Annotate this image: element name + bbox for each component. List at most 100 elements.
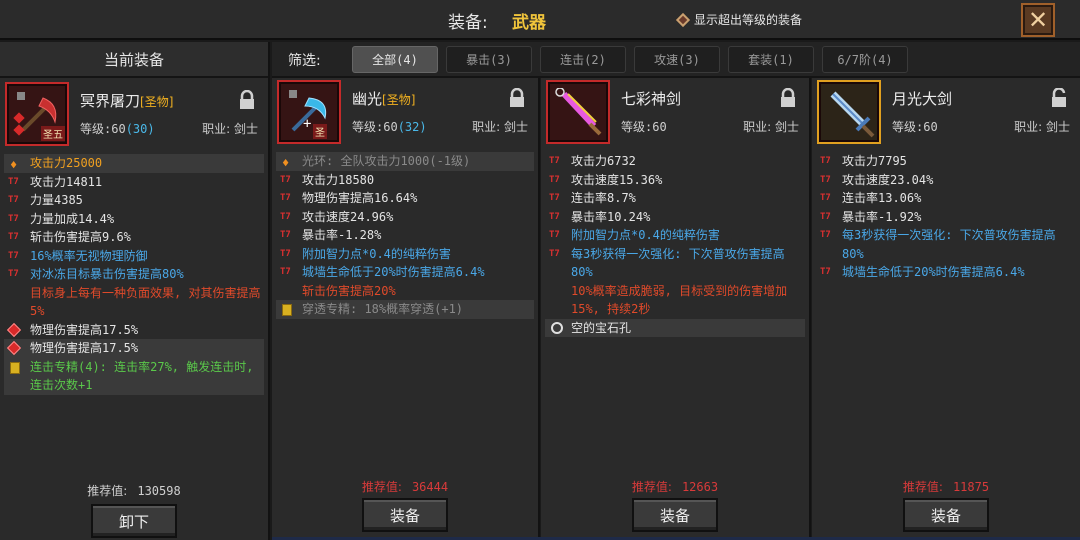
tier-prefix: T7 (820, 174, 831, 185)
stat-row: T7 附加智力点*0.4的纯粹伤害 (276, 245, 534, 264)
recommend-score: 推荐值: 11875 (812, 478, 1080, 495)
stat-row: T7 攻击力18580 (276, 171, 534, 190)
stat-row: T7 暴击率-1.28% (276, 226, 534, 245)
filter-tab-combo[interactable]: 连击(2) (540, 46, 626, 73)
stat-text: 攻击力6732 (571, 154, 636, 168)
stat-text: 光环: 全队攻击力1000(-1级) (302, 154, 471, 168)
unlock-icon[interactable] (1050, 88, 1068, 108)
stat-row: T7 力量加成14.4% (4, 210, 264, 229)
item-card-2[interactable]: 七彩神剑 等级:60 职业: 剑士 T7 攻击力6732 T7 攻击速度15.36% T… (541, 78, 811, 540)
item-name: 冥界屠刀[圣物] (80, 90, 173, 111)
stat-text: 攻击速度24.96% (302, 209, 394, 224)
empty-socket-icon (551, 321, 563, 334)
filter-tab-set[interactable]: 套装(1) (728, 46, 814, 73)
lock-icon[interactable] (238, 90, 256, 110)
toggle-diamond-icon[interactable] (675, 12, 691, 27)
stat-row: T7 连击率13.06% (816, 189, 1076, 208)
stat-row: ♦ 攻击力25000 (4, 154, 264, 173)
current-item-card[interactable]: 圣五 冥界屠刀[圣物] 等级:60(30) 职业: 剑士 (0, 80, 268, 152)
item-level: 等级:60(32) (352, 118, 427, 135)
recommend-value: 11875 (952, 480, 990, 494)
item-card-3[interactable]: 月光大剑 等级:60 职业: 剑士 T7 攻击力7795 T7 攻击速度23.04% T… (812, 78, 1080, 540)
item-name: 幽光[圣物] (352, 88, 415, 109)
stat-text: 连击率13.06% (842, 191, 922, 205)
recommend-label: 推荐值: (631, 480, 672, 494)
stat-row: T7 连击率8.7% (545, 189, 805, 208)
recommend-value: 36444 (411, 480, 449, 494)
stat-row: T7 攻击力6732 (545, 152, 805, 171)
close-button[interactable]: ✕ (1021, 3, 1055, 37)
stat-row: 物理伤害提高17.5% (4, 321, 264, 340)
stat-row: 穿透专精: 18%概率穿透(+1) (276, 300, 534, 319)
item-level: 等级:60 (892, 120, 938, 134)
item-job: 职业: 剑士 (472, 120, 528, 134)
filter-tab-all[interactable]: 全部(4) (352, 46, 438, 73)
equip-button[interactable]: 装备 (632, 498, 718, 532)
tier-badge: 圣五 (41, 126, 65, 141)
stat-text: 攻击力25000 (30, 156, 103, 170)
close-icon: ✕ (1027, 6, 1049, 34)
tier-prefix: T7 (820, 267, 831, 277)
level-bonus: (32) (397, 120, 427, 134)
item-job: 职业: 剑士 (202, 122, 258, 136)
stat-row: 斩击伤害提高20% (276, 282, 534, 301)
blade-weapon-icon[interactable]: + 圣 (277, 80, 341, 144)
recommend-score: 推荐值: 130598 (0, 482, 268, 499)
stat-row: T7 每3秒获得一次强化: 下次普攻伤害提高80% (545, 245, 805, 282)
item-job: 职业: 剑士 (743, 120, 799, 134)
stat-row: T7 攻击速度24.96% (276, 208, 534, 227)
tier-prefix: T7 (8, 250, 19, 261)
stat-row: T7 暴击率10.24% (545, 208, 805, 227)
stat-row: 10%概率造成脆弱, 目标受到的伤害增加15%, 持续2秒 (545, 282, 805, 319)
stat-text: 物理伤害提高17.5% (30, 322, 139, 337)
item-stat-list: T7 攻击力7795 T7 攻击速度23.04% T7 连击率13.06% T7 暴击率-1.… (816, 152, 1076, 282)
stat-text: 每3秒获得一次强化: 下次普攻伤害提高80% (842, 228, 1056, 261)
tier-prefix: T7 (549, 156, 560, 166)
lock-icon[interactable] (508, 88, 526, 108)
filter-tab-attack-speed[interactable]: 攻速(3) (634, 46, 720, 73)
red-gem-icon (6, 322, 22, 337)
tier-badge: 圣 (313, 124, 327, 139)
filter-tab-tier[interactable]: 6/7阶(4) (822, 46, 908, 73)
rainbow-sword-icon[interactable] (546, 80, 610, 144)
stat-row: T7 攻击力14811 (4, 173, 264, 192)
unequip-button[interactable]: 卸下 (91, 504, 177, 538)
lock-icon[interactable] (779, 88, 797, 108)
item-level: 等级:60 (621, 120, 667, 134)
filter-tab-crit[interactable]: 暴击(3) (446, 46, 532, 73)
stat-text: 力量4385 (30, 193, 83, 207)
equip-button[interactable]: 装备 (903, 498, 989, 532)
stat-row: T7 对冰冻目标暴击伤害提高80% (4, 265, 264, 284)
tier-prefix: T7 (8, 176, 19, 187)
item-card-1[interactable]: + 圣 幽光[圣物] 等级:60(32) 职业: 剑士 ♦ 光环: 全队攻击力10… (272, 78, 540, 540)
relic-tag: [圣物] (382, 93, 416, 107)
tier-prefix: T7 (549, 230, 560, 240)
item-name: 月光大剑 (892, 88, 952, 109)
tier-prefix: T7 (820, 211, 831, 222)
tier-prefix: T7 (820, 156, 831, 166)
stat-text: 暴击率-1.92% (842, 209, 922, 224)
stat-text: 附加智力点*0.4的纯粹伤害 (571, 228, 720, 242)
recommend-score: 推荐值: 12663 (541, 478, 809, 495)
show-over-level-toggle[interactable]: 显示超出等级的装备 (675, 11, 802, 28)
stat-text: 对冰冻目标暴击伤害提高80% (30, 267, 184, 281)
moonlight-greatsword-icon[interactable] (817, 80, 881, 144)
scythe-weapon-icon[interactable]: 圣五 (5, 82, 69, 146)
item-name-text: 七彩神剑 (621, 90, 682, 108)
svg-text:+: + (303, 116, 311, 132)
tier-prefix: T7 (549, 174, 560, 185)
item-head: 月光大剑 等级:60 职业: 剑士 (812, 78, 1080, 150)
top-bar: 装备: 武器 显示超出等级的装备 ✕ (0, 0, 1080, 40)
stat-row: ♦ 光环: 全队攻击力1000(-1级) (276, 152, 534, 171)
stat-row: 物理伤害提高17.5% (4, 339, 264, 358)
stat-text: 物理伤害提高17.5% (30, 341, 139, 355)
equip-category: 武器 (512, 13, 546, 33)
stat-text: 攻击力7795 (842, 154, 907, 168)
stat-text: 暴击率10.24% (571, 209, 651, 224)
stat-row: T7 16%概率无视物理防御 (4, 247, 264, 266)
stat-text: 目标身上每有一种负面效果, 对其伤害提高5% (30, 285, 261, 319)
equip-button[interactable]: 装备 (362, 498, 448, 532)
tier-prefix: T7 (549, 211, 560, 222)
tier-prefix: T7 (549, 248, 560, 259)
stat-text: 攻击力18580 (302, 172, 375, 187)
